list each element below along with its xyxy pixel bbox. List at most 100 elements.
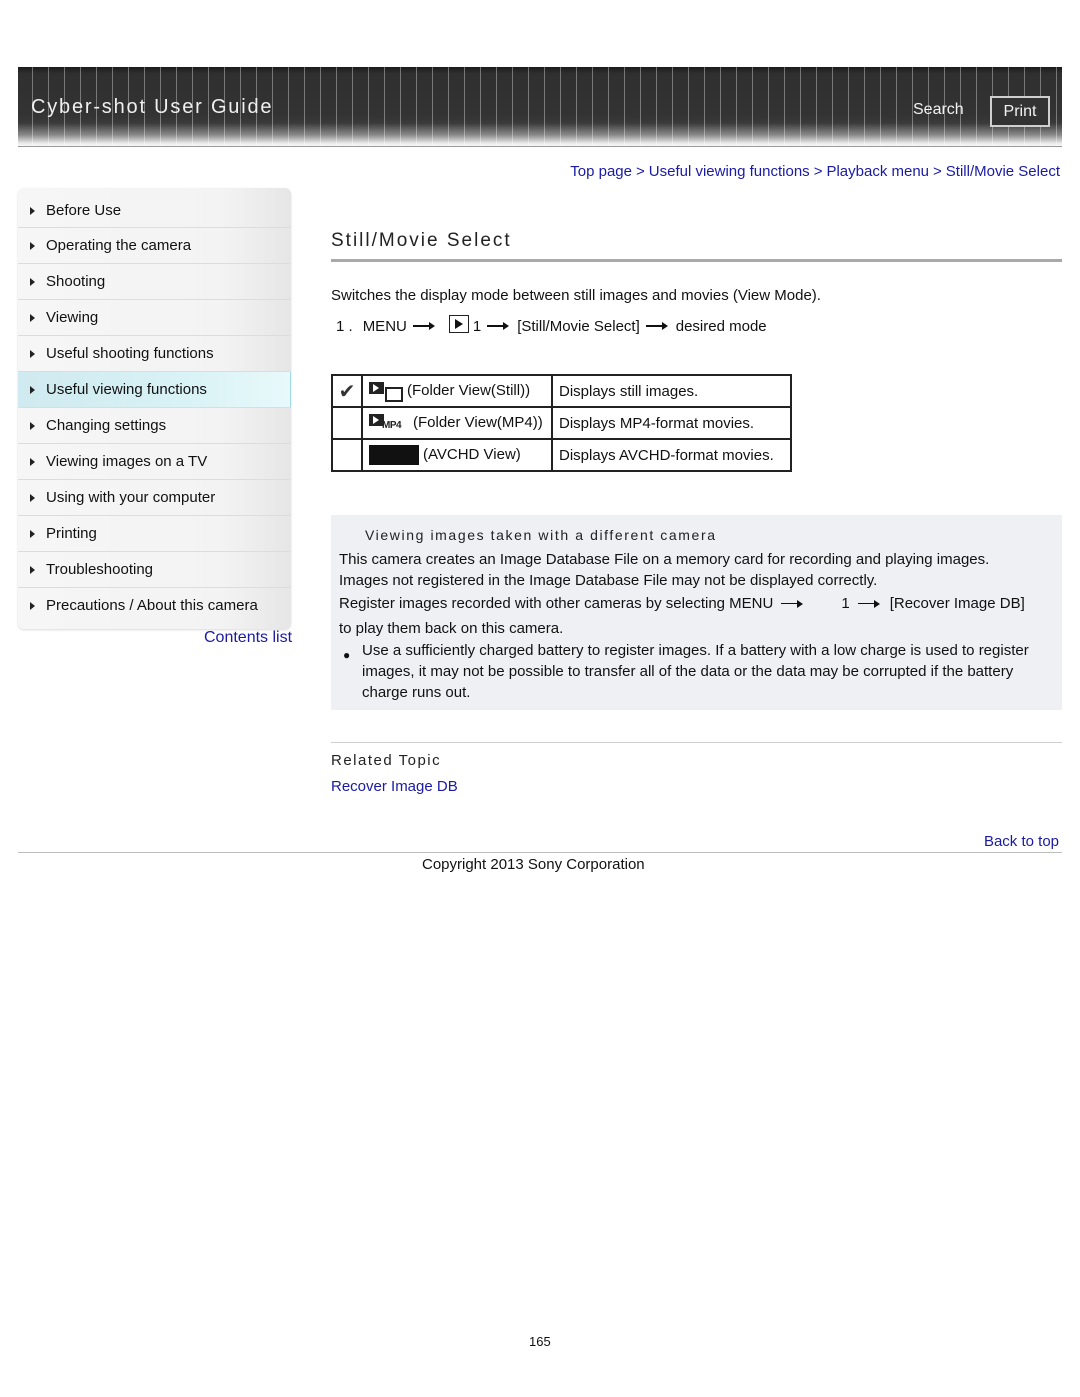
checkmark-cell bbox=[331, 438, 363, 472]
related-divider bbox=[331, 742, 1062, 743]
sidebar-item-label: Shooting bbox=[46, 273, 106, 290]
step-item: [Still/Movie Select] bbox=[517, 317, 640, 335]
checkmark-cell bbox=[331, 406, 363, 440]
triangle-right-icon bbox=[30, 493, 35, 502]
mode-cell: MP4 (Folder View(MP4)) bbox=[361, 406, 553, 440]
sidebar-item-label: Changing settings bbox=[46, 417, 167, 434]
search-link[interactable]: Search bbox=[913, 101, 964, 119]
header-banner: Cyber-shot User Guide Search Print bbox=[18, 67, 1062, 147]
mode-label: (Folder View(MP4)) bbox=[413, 413, 543, 431]
breadcrumb-top-page[interactable]: Top page bbox=[570, 163, 632, 180]
triangle-right-icon bbox=[30, 385, 35, 394]
breadcrumb-playback-menu[interactable]: Playback menu bbox=[826, 163, 929, 180]
table-row: MP4 (Folder View(MP4)) Displays MP4-forma… bbox=[331, 406, 792, 440]
sidebar-item-viewing-images-on-a-tv[interactable]: Viewing images on a TV bbox=[18, 444, 291, 480]
sidebar-item-label: Viewing images on a TV bbox=[46, 453, 208, 470]
sidebar-item-label: Operating the camera bbox=[46, 237, 192, 254]
mode-description: Displays AVCHD-format movies. bbox=[551, 438, 792, 472]
sidebar-item-label: Printing bbox=[46, 525, 97, 542]
sidebar-item-viewing[interactable]: Viewing bbox=[18, 300, 291, 336]
arrow-right-icon bbox=[487, 321, 511, 331]
sidebar-item-before-use[interactable]: Before Use bbox=[18, 188, 291, 228]
page-number: 165 bbox=[529, 1334, 551, 1349]
contents-list-link[interactable]: Contents list bbox=[204, 629, 292, 647]
sidebar-item-label: Before Use bbox=[46, 202, 122, 219]
table-row: ✔ (Folder View(Still)) Displays still im… bbox=[331, 374, 792, 408]
sidebar-item-label: Using with your computer bbox=[46, 489, 216, 506]
mode-label: (Folder View(Still)) bbox=[407, 381, 531, 399]
arrow-right-icon bbox=[857, 599, 882, 609]
note-title: Viewing images taken with a different ca… bbox=[365, 527, 717, 543]
sidebar-item-printing[interactable]: Printing bbox=[18, 516, 291, 552]
back-to-top-link[interactable]: Back to top bbox=[984, 833, 1059, 850]
sidebar-item-label: Useful shooting functions bbox=[46, 345, 214, 362]
step-menu: MENU bbox=[362, 317, 407, 335]
breadcrumb-useful-viewing-functions[interactable]: Useful viewing functions bbox=[649, 163, 810, 180]
note-line-end: [Recover Image DB] bbox=[889, 595, 1025, 612]
triangle-right-icon bbox=[30, 277, 35, 286]
guide-title: Cyber-shot User Guide bbox=[31, 96, 274, 118]
sidebar-item-precautions[interactable]: Precautions / About this camera bbox=[18, 588, 291, 623]
folder-view-still-icon bbox=[369, 382, 403, 403]
breadcrumb-separator: > bbox=[813, 163, 823, 180]
sidebar-item-troubleshooting[interactable]: Troubleshooting bbox=[18, 552, 291, 588]
arrow-right-icon bbox=[781, 599, 805, 609]
triangle-right-icon bbox=[30, 457, 35, 466]
sidebar-item-operating-the-camera[interactable]: Operating the camera bbox=[18, 228, 291, 264]
playback-icon bbox=[448, 315, 469, 333]
note-line: Images not registered in the Image Datab… bbox=[339, 572, 878, 589]
mode-cell: (AVCHD View) bbox=[361, 438, 553, 472]
sidebar-nav: Before Use Operating the camera Shooting… bbox=[18, 188, 291, 629]
checkmark-cell: ✔ bbox=[331, 374, 363, 408]
triangle-right-icon bbox=[30, 421, 35, 430]
sidebar-item-useful-shooting-functions[interactable]: Useful shooting functions bbox=[18, 336, 291, 372]
sidebar-item-using-with-your-computer[interactable]: Using with your computer bbox=[18, 480, 291, 516]
sidebar-item-label: Precautions / About this camera bbox=[46, 597, 258, 614]
view-mode-table: ✔ (Folder View(Still)) Displays still im… bbox=[331, 374, 792, 472]
sidebar-item-changing-settings[interactable]: Changing settings bbox=[18, 408, 291, 444]
breadcrumb: Top page > Useful viewing functions > Playba… bbox=[570, 163, 1060, 180]
breadcrumb-separator: > bbox=[933, 163, 942, 180]
mode-description: Displays MP4-format movies. bbox=[551, 406, 792, 440]
table-row: (AVCHD View) Displays AVCHD-format movie… bbox=[331, 438, 792, 472]
step-number: 1 . bbox=[336, 317, 353, 335]
print-button[interactable]: Print bbox=[990, 96, 1050, 127]
note-line: to play them back on this camera. bbox=[339, 620, 564, 637]
breadcrumb-separator: > bbox=[636, 163, 645, 180]
sidebar-item-label: Troubleshooting bbox=[46, 561, 154, 578]
mode-description: Displays still images. bbox=[551, 374, 792, 408]
triangle-right-icon bbox=[30, 529, 35, 538]
checkmark-icon: ✔ bbox=[338, 380, 356, 403]
triangle-right-icon bbox=[30, 349, 35, 358]
arrow-right-icon bbox=[645, 321, 670, 331]
sidebar-item-label: Viewing bbox=[46, 309, 99, 326]
related-link-recover-image-db[interactable]: Recover Image DB bbox=[331, 778, 458, 795]
arrow-right-icon bbox=[412, 321, 437, 331]
sidebar-item-shooting[interactable]: Shooting bbox=[18, 264, 291, 300]
triangle-right-icon bbox=[30, 313, 35, 322]
copyright: Copyright 2013 Sony Corporation bbox=[422, 856, 645, 873]
note-box: Viewing images taken with a different ca… bbox=[331, 515, 1062, 710]
triangle-right-icon bbox=[30, 206, 35, 215]
avchd-view-icon bbox=[369, 445, 419, 465]
related-topic-heading: Related Topic bbox=[331, 752, 442, 769]
sidebar-item-useful-viewing-functions[interactable]: Useful viewing functions bbox=[18, 372, 291, 408]
breadcrumb-still-movie-select[interactable]: Still/Movie Select bbox=[946, 163, 1060, 180]
note-line: This camera creates an Image Database Fi… bbox=[339, 551, 990, 568]
sidebar-item-label: Useful viewing functions bbox=[46, 381, 207, 398]
intro-text: Switches the display mode between still … bbox=[331, 287, 821, 304]
note-line: Register images recorded with other came… bbox=[339, 595, 1025, 612]
triangle-right-icon bbox=[30, 565, 35, 574]
triangle-right-icon bbox=[30, 601, 35, 610]
triangle-right-icon bbox=[30, 241, 35, 250]
title-divider bbox=[331, 259, 1062, 262]
mode-label: (AVCHD View) bbox=[423, 445, 521, 463]
note-line-start: Register images recorded with other came… bbox=[339, 595, 774, 612]
folder-view-mp4-icon: MP4 bbox=[369, 414, 409, 432]
header-divider bbox=[18, 146, 1062, 147]
bullet-icon: ● bbox=[343, 648, 351, 662]
procedure-step: 1 . MENU 1 [Still/Movie Select] desired … bbox=[336, 315, 767, 335]
bullet-text: Use a sufficiently charged battery to re… bbox=[362, 642, 1029, 701]
mode-cell: (Folder View(Still)) bbox=[361, 374, 553, 408]
footer-divider bbox=[18, 852, 1062, 853]
